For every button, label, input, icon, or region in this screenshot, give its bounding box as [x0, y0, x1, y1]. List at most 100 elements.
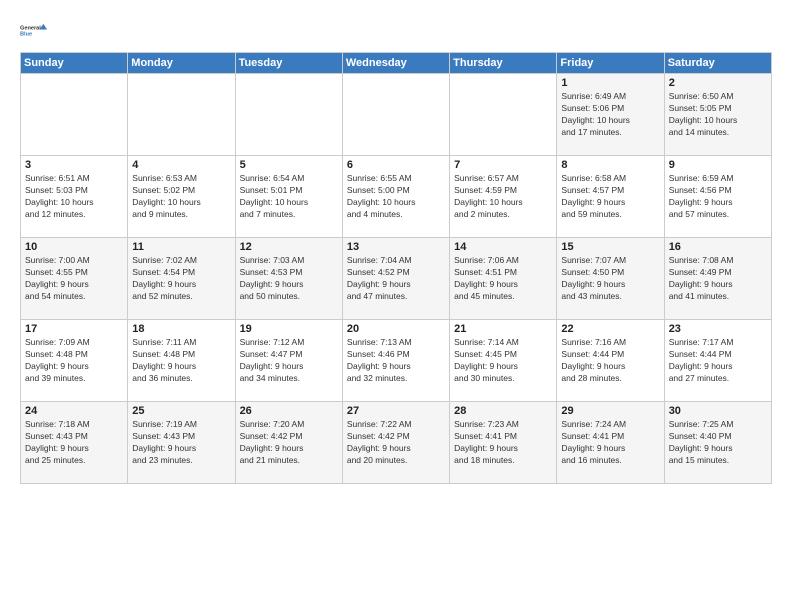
day-info: Sunrise: 7:20 AMSunset: 4:42 PMDaylight:… [240, 419, 338, 467]
col-header-sunday: Sunday [21, 53, 128, 74]
day-cell: 30 Sunrise: 7:25 AMSunset: 4:40 PMDayligh… [664, 402, 771, 484]
col-header-monday: Monday [128, 53, 235, 74]
col-header-thursday: Thursday [450, 53, 557, 74]
day-cell [235, 74, 342, 156]
day-info: Sunrise: 7:14 AMSunset: 4:45 PMDaylight:… [454, 337, 552, 385]
page: GeneralBlue SundayMondayTuesdayWednesday… [0, 0, 792, 612]
day-number: 30 [669, 405, 767, 417]
day-info: Sunrise: 7:07 AMSunset: 4:50 PMDaylight:… [561, 255, 659, 303]
day-info: Sunrise: 6:57 AMSunset: 4:59 PMDaylight:… [454, 173, 552, 221]
day-cell [21, 74, 128, 156]
day-number: 12 [240, 241, 338, 253]
day-cell: 15 Sunrise: 7:07 AMSunset: 4:50 PMDayligh… [557, 238, 664, 320]
day-cell: 10 Sunrise: 7:00 AMSunset: 4:55 PMDayligh… [21, 238, 128, 320]
day-cell: 23Sunrise: 7:17 AMSunset: 4:44 PMDayligh… [664, 320, 771, 402]
day-number: 24 [25, 405, 123, 417]
day-cell: 4 Sunrise: 6:53 AMSunset: 5:02 PMDaylight… [128, 156, 235, 238]
day-cell: 16Sunrise: 7:08 AMSunset: 4:49 PMDayligh… [664, 238, 771, 320]
day-info: Sunrise: 7:25 AMSunset: 4:40 PMDaylight:… [669, 419, 767, 467]
day-number: 6 [347, 159, 445, 171]
day-cell: 27 Sunrise: 7:22 AMSunset: 4:42 PMDayligh… [342, 402, 449, 484]
day-number: 19 [240, 323, 338, 335]
day-number: 11 [132, 241, 230, 253]
day-info: Sunrise: 7:03 AMSunset: 4:53 PMDaylight:… [240, 255, 338, 303]
day-info: Sunrise: 6:51 AMSunset: 5:03 PMDaylight:… [25, 173, 123, 221]
day-number: 7 [454, 159, 552, 171]
day-info: Sunrise: 7:00 AMSunset: 4:55 PMDaylight:… [25, 255, 123, 303]
day-number: 27 [347, 405, 445, 417]
logo: GeneralBlue [20, 16, 48, 44]
day-number: 13 [347, 241, 445, 253]
week-row-0: 1Sunrise: 6:49 AMSunset: 5:06 PMDaylight… [21, 74, 772, 156]
day-cell: 29Sunrise: 7:24 AMSunset: 4:41 PMDayligh… [557, 402, 664, 484]
day-cell: 2 Sunrise: 6:50 AMSunset: 5:05 PMDaylight… [664, 74, 771, 156]
day-number: 8 [561, 159, 659, 171]
day-number: 9 [669, 159, 767, 171]
day-cell: 8 Sunrise: 6:58 AMSunset: 4:57 PMDaylight… [557, 156, 664, 238]
day-cell: 11 Sunrise: 7:02 AMSunset: 4:54 PMDayligh… [128, 238, 235, 320]
day-cell: 20Sunrise: 7:13 AMSunset: 4:46 PMDayligh… [342, 320, 449, 402]
day-cell [128, 74, 235, 156]
day-info: Sunrise: 6:58 AMSunset: 4:57 PMDaylight:… [561, 173, 659, 221]
day-number: 21 [454, 323, 552, 335]
day-number: 23 [669, 323, 767, 335]
col-header-wednesday: Wednesday [342, 53, 449, 74]
week-row-3: 17Sunrise: 7:09 AMSunset: 4:48 PMDayligh… [21, 320, 772, 402]
day-cell: 17Sunrise: 7:09 AMSunset: 4:48 PMDayligh… [21, 320, 128, 402]
day-number: 4 [132, 159, 230, 171]
day-info: Sunrise: 6:50 AMSunset: 5:05 PMDaylight:… [669, 91, 767, 139]
day-number: 22 [561, 323, 659, 335]
day-cell: 19 Sunrise: 7:12 AMSunset: 4:47 PMDayligh… [235, 320, 342, 402]
day-number: 28 [454, 405, 552, 417]
day-info: Sunrise: 7:22 AMSunset: 4:42 PMDaylight:… [347, 419, 445, 467]
day-number: 15 [561, 241, 659, 253]
day-info: Sunrise: 7:18 AMSunset: 4:43 PMDaylight:… [25, 419, 123, 467]
day-cell: 5 Sunrise: 6:54 AMSunset: 5:01 PMDaylight… [235, 156, 342, 238]
day-info: Sunrise: 6:55 AMSunset: 5:00 PMDaylight:… [347, 173, 445, 221]
header-row: SundayMondayTuesdayWednesdayThursdayFrid… [21, 53, 772, 74]
day-number: 25 [132, 405, 230, 417]
day-number: 18 [132, 323, 230, 335]
day-cell: 13Sunrise: 7:04 AMSunset: 4:52 PMDayligh… [342, 238, 449, 320]
day-info: Sunrise: 6:53 AMSunset: 5:02 PMDaylight:… [132, 173, 230, 221]
calendar-table: SundayMondayTuesdayWednesdayThursdayFrid… [20, 52, 772, 484]
day-number: 20 [347, 323, 445, 335]
day-cell: 12 Sunrise: 7:03 AMSunset: 4:53 PMDayligh… [235, 238, 342, 320]
day-info: Sunrise: 7:02 AMSunset: 4:54 PMDaylight:… [132, 255, 230, 303]
day-cell: 9 Sunrise: 6:59 AMSunset: 4:56 PMDaylight… [664, 156, 771, 238]
svg-text:Blue: Blue [20, 32, 32, 38]
week-row-1: 3Sunrise: 6:51 AMSunset: 5:03 PMDaylight… [21, 156, 772, 238]
day-cell: 7 Sunrise: 6:57 AMSunset: 4:59 PMDaylight… [450, 156, 557, 238]
day-number: 1 [561, 77, 659, 89]
day-cell: 14 Sunrise: 7:06 AMSunset: 4:51 PMDayligh… [450, 238, 557, 320]
day-cell: 3Sunrise: 6:51 AMSunset: 5:03 PMDaylight… [21, 156, 128, 238]
day-number: 2 [669, 77, 767, 89]
day-cell: 1Sunrise: 6:49 AMSunset: 5:06 PMDaylight… [557, 74, 664, 156]
day-info: Sunrise: 7:24 AMSunset: 4:41 PMDaylight:… [561, 419, 659, 467]
day-info: Sunrise: 7:06 AMSunset: 4:51 PMDaylight:… [454, 255, 552, 303]
day-cell [450, 74, 557, 156]
header: GeneralBlue [20, 16, 772, 44]
day-number: 17 [25, 323, 123, 335]
day-info: Sunrise: 7:08 AMSunset: 4:49 PMDaylight:… [669, 255, 767, 303]
logo-icon: GeneralBlue [20, 16, 48, 44]
day-cell: 6 Sunrise: 6:55 AMSunset: 5:00 PMDaylight… [342, 156, 449, 238]
day-cell: 18 Sunrise: 7:11 AMSunset: 4:48 PMDayligh… [128, 320, 235, 402]
day-info: Sunrise: 7:19 AMSunset: 4:43 PMDaylight:… [132, 419, 230, 467]
day-info: Sunrise: 7:11 AMSunset: 4:48 PMDaylight:… [132, 337, 230, 385]
svg-text:General: General [20, 26, 41, 32]
day-info: Sunrise: 6:54 AMSunset: 5:01 PMDaylight:… [240, 173, 338, 221]
day-number: 14 [454, 241, 552, 253]
day-info: Sunrise: 7:23 AMSunset: 4:41 PMDaylight:… [454, 419, 552, 467]
day-number: 10 [25, 241, 123, 253]
day-info: Sunrise: 7:16 AMSunset: 4:44 PMDaylight:… [561, 337, 659, 385]
day-number: 5 [240, 159, 338, 171]
day-number: 26 [240, 405, 338, 417]
week-row-2: 10 Sunrise: 7:00 AMSunset: 4:55 PMDayligh… [21, 238, 772, 320]
day-info: Sunrise: 7:12 AMSunset: 4:47 PMDaylight:… [240, 337, 338, 385]
col-header-friday: Friday [557, 53, 664, 74]
day-cell: 22 Sunrise: 7:16 AMSunset: 4:44 PMDayligh… [557, 320, 664, 402]
day-cell: 21 Sunrise: 7:14 AMSunset: 4:45 PMDayligh… [450, 320, 557, 402]
day-info: Sunrise: 6:59 AMSunset: 4:56 PMDaylight:… [669, 173, 767, 221]
day-cell: 28 Sunrise: 7:23 AMSunset: 4:41 PMDayligh… [450, 402, 557, 484]
